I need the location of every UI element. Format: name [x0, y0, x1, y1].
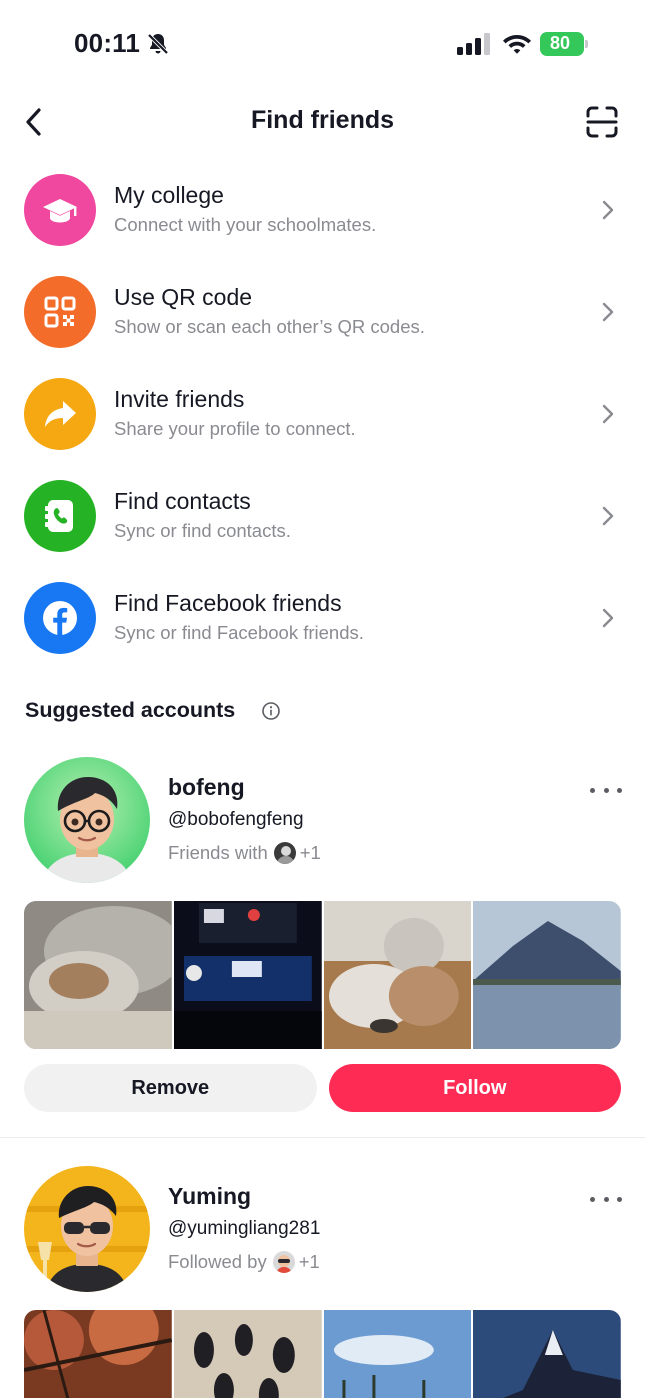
share-arrow-icon	[24, 378, 96, 450]
option-subtitle: Show or scan each other’s QR codes.	[114, 316, 425, 337]
avatar[interactable]	[24, 757, 150, 883]
video-thumbnail[interactable]	[24, 901, 172, 1049]
option-subtitle: Share your profile to connect.	[114, 418, 356, 439]
header: Find friends	[0, 88, 645, 156]
option-facebook-friends[interactable]: Find Facebook friends Sync or find Faceb…	[0, 568, 645, 670]
mutual-extra: +1	[298, 1251, 320, 1272]
option-find-contacts[interactable]: Find contacts Sync or find contacts.	[0, 466, 645, 568]
option-title: Invite friends	[114, 386, 245, 412]
option-title: My college	[114, 182, 224, 208]
option-subtitle: Sync or find Facebook friends.	[114, 622, 364, 643]
video-thumbnails	[24, 901, 621, 1049]
avatar[interactable]	[24, 1166, 150, 1292]
wifi-icon	[503, 35, 531, 54]
status-time: 00:11	[74, 28, 141, 58]
option-invite-friends[interactable]: Invite friends Share your profile to con…	[0, 364, 645, 466]
chevron-right-icon	[602, 608, 614, 628]
mutual-label: Followed by	[168, 1251, 267, 1272]
mutual-avatar	[272, 1251, 295, 1273]
remove-button[interactable]: Remove	[24, 1064, 317, 1112]
account-actions: Remove Follow	[24, 1064, 621, 1112]
account-name[interactable]: bofeng	[168, 774, 245, 801]
contacts-phone-icon	[24, 480, 96, 552]
option-subtitle: Connect with your schoolmates.	[114, 214, 377, 235]
video-thumbnails	[24, 1310, 621, 1398]
video-thumbnail[interactable]	[473, 901, 621, 1049]
info-icon[interactable]	[261, 701, 281, 721]
battery-charging-icon: 80	[540, 32, 590, 56]
option-title: Use QR code	[114, 284, 253, 310]
option-title: Find Facebook friends	[114, 590, 342, 616]
option-qr-code[interactable]: Use QR code Show or scan each other’s QR…	[0, 262, 645, 364]
more-options-button[interactable]	[590, 784, 622, 796]
option-subtitle: Sync or find contacts.	[114, 520, 291, 541]
video-thumbnail[interactable]	[473, 1310, 621, 1398]
chevron-right-icon	[602, 302, 614, 322]
mutual-label: Friends with	[168, 842, 268, 863]
chevron-right-icon	[602, 506, 614, 526]
option-my-college[interactable]: My college Connect with your schoolmates…	[0, 160, 645, 262]
video-thumbnail[interactable]	[24, 1310, 172, 1398]
bell-slash-icon	[147, 33, 169, 55]
chevron-right-icon	[602, 404, 614, 424]
option-title: Find contacts	[114, 488, 251, 514]
find-options-list: My college Connect with your schoolmates…	[0, 160, 645, 670]
mutual-extra: +1	[299, 842, 321, 863]
account-name[interactable]: Yuming	[168, 1183, 251, 1210]
video-thumbnail[interactable]	[323, 1310, 472, 1398]
scan-icon[interactable]	[584, 104, 620, 140]
facebook-icon	[24, 582, 96, 654]
battery-level: 80	[549, 33, 571, 53]
video-thumbnail[interactable]	[173, 901, 322, 1049]
mutual-avatar	[273, 842, 296, 864]
cellular-signal-icon	[457, 33, 490, 55]
account-handle: @yumingliang281	[168, 1218, 321, 1239]
video-thumbnail[interactable]	[323, 901, 472, 1049]
mutual-friends: Followed by +1	[168, 1251, 320, 1273]
account-handle: @bobofengfeng	[168, 809, 304, 830]
follow-button[interactable]: Follow	[328, 1064, 621, 1112]
mutual-friends: Friends with +1	[168, 842, 321, 864]
status-bar: 00:11 80	[0, 0, 645, 88]
page-title: Find friends	[250, 106, 395, 134]
more-options-button[interactable]	[590, 1193, 622, 1205]
chevron-right-icon	[602, 200, 614, 220]
suggested-accounts-title: Suggested accounts	[25, 698, 236, 722]
video-thumbnail[interactable]	[173, 1310, 322, 1398]
qr-code-icon	[24, 276, 96, 348]
divider	[0, 1137, 645, 1138]
graduation-cap-icon	[24, 174, 96, 246]
